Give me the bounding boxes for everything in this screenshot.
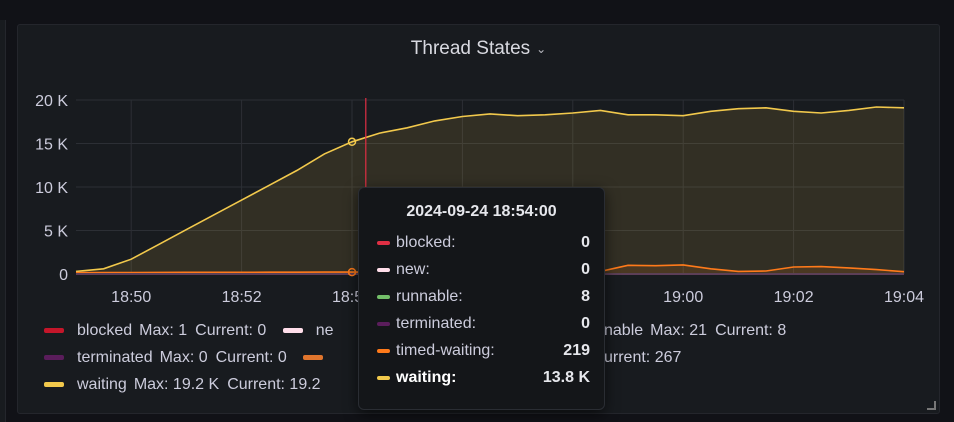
tooltip-label-timed-waiting: timed-waiting:: [396, 342, 495, 359]
tooltip-value-new: 0: [581, 261, 590, 278]
tooltip-label-terminated: terminated:: [396, 315, 477, 332]
legend-current-waiting: Current: 19.2: [227, 376, 321, 393]
y-tick-label: 5 K: [44, 224, 68, 241]
legend-swatch-new: [282, 328, 303, 334]
legend-item-timed-waiting-stats[interactable]: urrent: 267: [604, 349, 689, 367]
tooltip-label-runnable: runnable:: [396, 288, 463, 305]
x-tick-label: 19:00: [663, 289, 703, 306]
tooltip-value-timed-waiting: 219: [563, 342, 590, 359]
legend-label-waiting: waiting: [77, 376, 127, 393]
y-tick-label: 20 K: [35, 93, 68, 110]
legend-swatch-blocked: [44, 328, 64, 334]
tooltip-swatch-terminated: [377, 321, 390, 326]
tooltip-swatch-waiting: [377, 375, 390, 380]
legend-item-timed-waiting[interactable]: [303, 349, 336, 366]
tooltip-label-waiting: waiting:: [396, 369, 457, 386]
legend-current-blocked: Current: 0: [195, 322, 267, 339]
x-tick-label: 18:52: [222, 289, 262, 306]
legend-row-3: waiting Max: 19.2 K Current: 19.2: [44, 376, 329, 394]
tooltip-row-new: new: 0: [377, 261, 590, 281]
x-tick-label: 19:02: [774, 289, 814, 306]
legend-label-blocked: blocked: [77, 322, 133, 339]
legend-row-1: blocked Max: 1 Current: 0 ne: [44, 322, 341, 340]
legend-row-2: terminated Max: 0 Current: 0: [44, 349, 336, 367]
legend-item-blocked[interactable]: blocked Max: 1 Current: 0: [44, 322, 279, 339]
y-tick-label: 0: [59, 267, 68, 284]
legend-item-runnable[interactable]: nable Max: 21 Current: 8: [604, 322, 794, 340]
tooltip-row-runnable: runnable: 8: [377, 288, 590, 308]
tooltip-swatch-blocked: [377, 240, 390, 245]
tooltip-swatch-new: [377, 267, 390, 272]
tooltip-value-blocked: 0: [581, 234, 590, 251]
legend-item-new[interactable]: ne: [282, 322, 341, 339]
hover-tooltip: 2024-09-24 18:54:00 blocked: 0 new: 0 runn…: [358, 187, 605, 410]
tooltip-value-terminated: 0: [581, 315, 590, 332]
legend-item-waiting[interactable]: waiting Max: 19.2 K Current: 19.2: [44, 376, 329, 393]
legend-max-terminated: Max: 0: [159, 349, 208, 366]
legend-label-runnable: nable: [604, 322, 644, 339]
tooltip-label-new: new:: [396, 261, 430, 278]
tooltip-value-waiting: 13.8 K: [542, 369, 590, 386]
y-tick-label: 10 K: [35, 180, 68, 197]
legend-label-terminated: terminated: [77, 349, 153, 366]
tooltip-row-waiting: waiting: 13.8 K: [377, 369, 590, 389]
legend-item-terminated[interactable]: terminated Max: 0 Current: 0: [44, 349, 299, 366]
tooltip-value-runnable: 8: [581, 288, 590, 305]
legend-swatch-timed-waiting: [303, 355, 324, 361]
legend-max-runnable: Max: 21: [650, 322, 708, 339]
legend-label-new: ne: [315, 322, 334, 339]
legend-current-terminated: Current: 0: [215, 349, 287, 366]
tooltip-swatch-timed-waiting: [377, 348, 390, 353]
legend-current-timed-waiting: urrent: 267: [604, 349, 682, 366]
legend-max-waiting: Max: 19.2 K: [133, 376, 220, 393]
tooltip-row-blocked: blocked: 0: [377, 234, 590, 254]
legend-swatch-waiting: [44, 382, 64, 388]
tooltip-time: 2024-09-24 18:54:00: [406, 203, 557, 220]
x-tick-label: 19:04: [884, 289, 924, 306]
y-tick-label: 15 K: [35, 137, 68, 154]
tooltip-label-blocked: blocked:: [396, 234, 456, 251]
x-tick-label: 18:50: [111, 289, 151, 306]
legend-current-runnable: Current: 8: [715, 322, 787, 339]
legend-max-blocked: Max: 1: [139, 322, 188, 339]
tooltip-swatch-runnable: [377, 294, 390, 299]
legend-swatch-terminated: [44, 355, 64, 361]
tooltip-row-timed-waiting: timed-waiting: 219: [377, 342, 590, 362]
tooltip-row-terminated: terminated: 0: [377, 315, 590, 335]
